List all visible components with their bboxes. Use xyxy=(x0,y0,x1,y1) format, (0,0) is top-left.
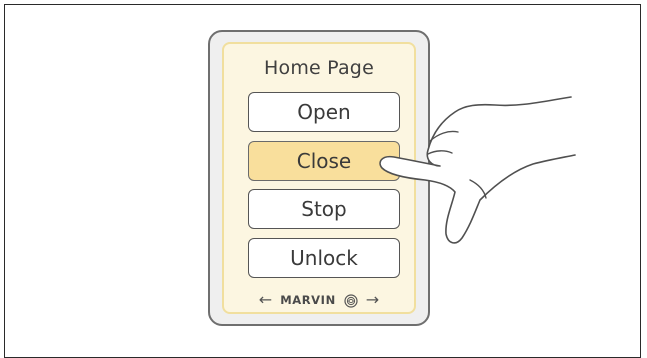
close-button[interactable]: Close xyxy=(248,141,400,181)
touch-screen: Home Page Open Close Stop Unlock ← MARVI… xyxy=(222,42,416,314)
screen-footer: ← MARVIN → xyxy=(224,289,414,311)
control-panel-device: Home Page Open Close Stop Unlock ← MARVI… xyxy=(208,30,430,326)
brand-name: MARVIN xyxy=(280,293,336,307)
illustration-canvas: Home Page Open Close Stop Unlock ← MARVI… xyxy=(0,0,647,358)
page-title: Home Page xyxy=(264,57,374,79)
open-button[interactable]: Open xyxy=(248,92,400,132)
stop-button[interactable]: Stop xyxy=(248,189,400,229)
left-arrow-icon[interactable]: ← xyxy=(259,292,272,308)
marvin-logo-icon xyxy=(344,293,358,308)
right-arrow-icon[interactable]: → xyxy=(366,292,379,308)
unlock-button[interactable]: Unlock xyxy=(248,238,400,278)
